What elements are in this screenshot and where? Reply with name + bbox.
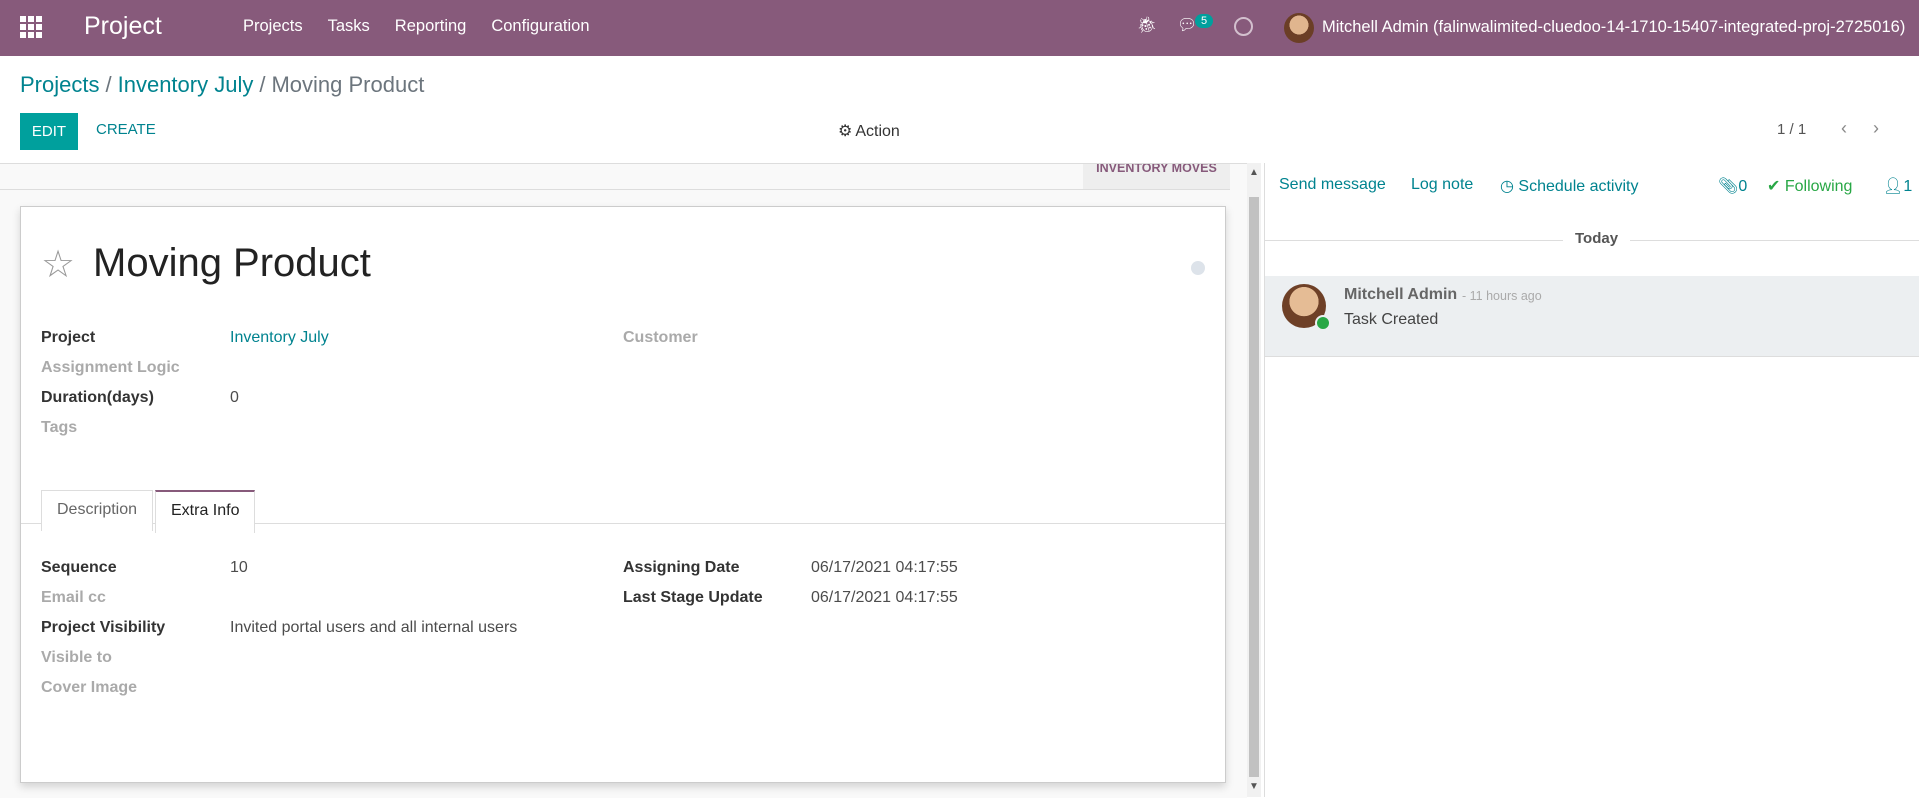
check-icon: ✔ bbox=[1767, 178, 1781, 195]
chevron-right-icon[interactable]: › bbox=[1873, 118, 1879, 139]
chatter-panel: Send message Log note ◷ Schedule activit… bbox=[1264, 163, 1919, 797]
pager-value[interactable]: 1 / 1 bbox=[1777, 121, 1806, 138]
attachments-button[interactable]: 📎︎0 bbox=[1718, 176, 1747, 196]
bug-icon[interactable]: 🐞︎ bbox=[1137, 15, 1157, 35]
duration-value: 0 bbox=[230, 389, 239, 406]
form-view: INVENTORY MOVES ☆ Moving Product Project… bbox=[0, 163, 1247, 798]
clock-icon: ◷ bbox=[1500, 178, 1514, 195]
field-label-visible-to: Visible to bbox=[41, 649, 112, 666]
field-label-sequence: Sequence bbox=[41, 559, 117, 576]
schedule-activity-button[interactable]: ◷ Schedule activity bbox=[1500, 176, 1638, 196]
breadcrumb-separator: / bbox=[105, 72, 112, 97]
chevron-left-icon[interactable]: ‹ bbox=[1841, 118, 1847, 139]
breadcrumb: Projects / Inventory July / Moving Product bbox=[20, 72, 424, 98]
field-label-tags: Tags bbox=[41, 419, 78, 436]
attachments-count: 0 bbox=[1738, 178, 1748, 195]
chat-count-badge: 5 bbox=[1195, 14, 1214, 28]
menu-configuration[interactable]: Configuration bbox=[491, 17, 589, 36]
project-link[interactable]: Inventory July bbox=[230, 329, 329, 347]
project-visibility-value: Invited portal users and all internal us… bbox=[230, 619, 518, 636]
menu-projects[interactable]: Projects bbox=[243, 17, 303, 36]
field-label-project: Project bbox=[41, 329, 96, 346]
chatter-message: Mitchell Admin - 11 hours ago Task Creat… bbox=[1265, 276, 1919, 357]
date-separator-label: Today bbox=[1563, 230, 1631, 247]
online-status-icon bbox=[1315, 315, 1331, 331]
followers-button[interactable]: 👤︎1 bbox=[1883, 176, 1912, 196]
scroll-up-icon[interactable]: ▲ bbox=[1249, 167, 1259, 178]
followers-count: 1 bbox=[1903, 178, 1913, 195]
field-label-assignment-logic: Assignment Logic bbox=[41, 359, 180, 376]
avatar[interactable] bbox=[1284, 13, 1314, 43]
field-label-email-cc: Email cc bbox=[41, 589, 106, 606]
message-author[interactable]: Mitchell Admin bbox=[1344, 286, 1457, 304]
menu-reporting[interactable]: Reporting bbox=[395, 17, 467, 36]
last-stage-update-value: 06/17/2021 04:17:55 bbox=[811, 589, 958, 606]
top-navbar: Project Projects Tasks Reporting Configu… bbox=[0, 0, 1919, 56]
breadcrumb-separator: / bbox=[259, 72, 266, 97]
kanban-state-indicator[interactable] bbox=[1191, 261, 1205, 275]
field-label-project-visibility: Project Visibility bbox=[41, 619, 166, 636]
field-label-duration: Duration(days) bbox=[41, 389, 154, 406]
task-title: Moving Product bbox=[93, 241, 371, 285]
action-menu[interactable]: ⚙ Action bbox=[838, 121, 900, 141]
paperclip-icon: 📎︎ bbox=[1718, 178, 1739, 195]
log-note-button[interactable]: Log note bbox=[1411, 176, 1473, 194]
following-button[interactable]: ✔ Following bbox=[1767, 176, 1852, 196]
action-label: Action bbox=[855, 123, 900, 140]
create-button[interactable]: CREATE bbox=[96, 121, 156, 138]
breadcrumb-project[interactable]: Inventory July bbox=[118, 72, 254, 97]
app-title[interactable]: Project bbox=[84, 12, 162, 41]
apps-icon[interactable] bbox=[20, 16, 42, 38]
form-sheet: ☆ Moving Product Project Inventory July … bbox=[20, 206, 1226, 783]
chat-icon[interactable]: 💬︎ bbox=[1177, 15, 1197, 35]
star-icon[interactable]: ☆ bbox=[41, 242, 75, 287]
user-menu[interactable]: Mitchell Admin (falinwalimited-cluedoo-1… bbox=[1322, 18, 1905, 37]
breadcrumb-current: Moving Product bbox=[271, 72, 425, 97]
field-label-customer: Customer bbox=[623, 329, 698, 346]
edit-button[interactable]: EDIT bbox=[20, 113, 78, 150]
notebook-tabs: Description Extra Info bbox=[21, 483, 1225, 533]
scroll-down-icon[interactable]: ▼ bbox=[1249, 781, 1259, 792]
tab-extra-info[interactable]: Extra Info bbox=[155, 490, 256, 533]
breadcrumb-projects[interactable]: Projects bbox=[20, 72, 99, 97]
message-body: Task Created bbox=[1344, 311, 1439, 328]
menu-tasks[interactable]: Tasks bbox=[328, 17, 370, 36]
form-scrollbar[interactable]: ▲ ▼ bbox=[1247, 163, 1261, 797]
scroll-thumb[interactable] bbox=[1249, 197, 1259, 777]
main-menu: Projects Tasks Reporting Configuration bbox=[243, 17, 590, 36]
schedule-activity-label: Schedule activity bbox=[1518, 178, 1639, 195]
tab-description[interactable]: Description bbox=[41, 490, 154, 531]
user-icon: 👤︎ bbox=[1883, 178, 1904, 195]
gear-icon: ⚙ bbox=[838, 123, 853, 140]
clock-icon[interactable] bbox=[1234, 17, 1253, 36]
assigning-date-value: 06/17/2021 04:17:55 bbox=[811, 559, 958, 576]
field-label-cover-image: Cover Image bbox=[41, 679, 138, 696]
following-label: Following bbox=[1784, 178, 1853, 195]
send-message-button[interactable]: Send message bbox=[1279, 176, 1386, 194]
message-time: - 11 hours ago bbox=[1462, 289, 1542, 303]
inventory-moves-button[interactable]: INVENTORY MOVES bbox=[1083, 164, 1230, 189]
button-box: INVENTORY MOVES bbox=[0, 164, 1230, 190]
sequence-value: 10 bbox=[230, 559, 248, 576]
field-label-last-stage-update: Last Stage Update bbox=[623, 589, 763, 606]
field-label-assigning-date: Assigning Date bbox=[623, 559, 740, 576]
